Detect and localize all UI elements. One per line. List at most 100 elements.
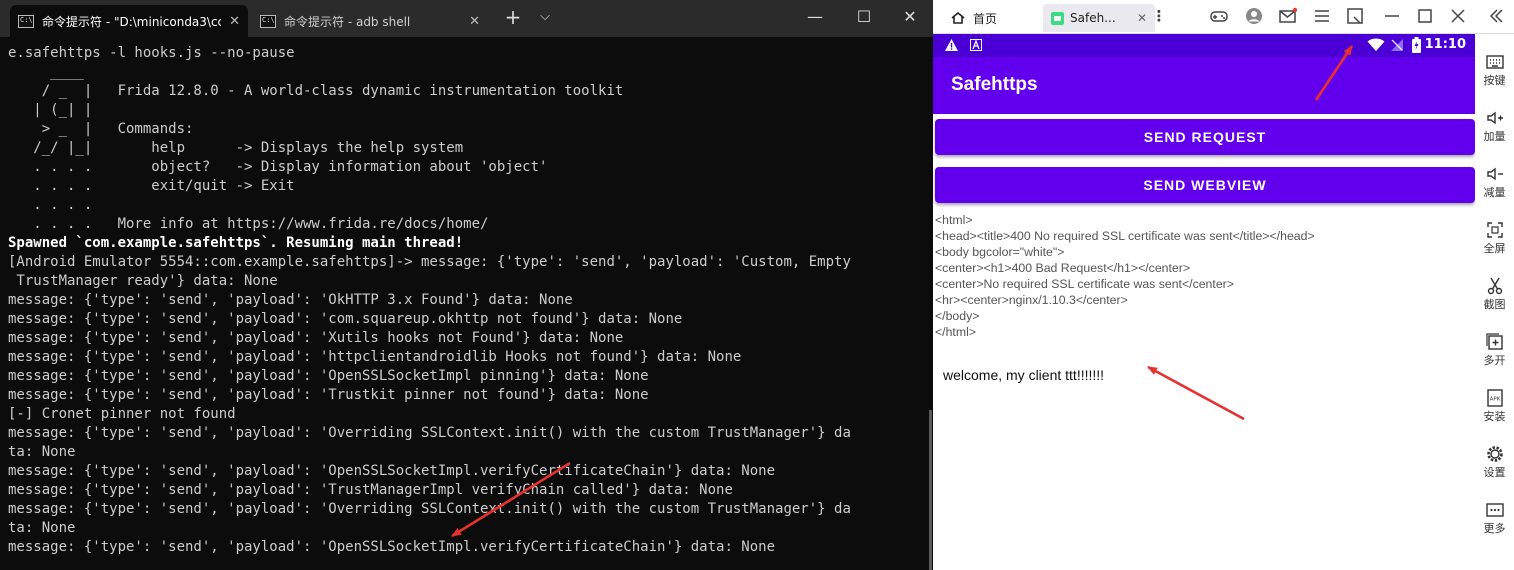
tab-title: 命令提示符 - "D:\miniconda3\cc	[42, 14, 222, 29]
emulator-tab-home[interactable]: 首页	[951, 4, 997, 32]
webview-response: <html> <head><title>400 No required SSL c…	[935, 212, 1475, 340]
new-tab-button[interactable]: +	[498, 6, 528, 28]
side-toolbar-label: 多开	[1483, 354, 1506, 367]
app-bar: Safehttps	[933, 57, 1475, 114]
minimize-icon[interactable]	[1382, 6, 1402, 26]
terminal-scrollbar[interactable]	[929, 410, 932, 570]
terminal-line: ____	[8, 64, 84, 80]
webview-line: <body bgcolor="white">	[935, 245, 1065, 259]
terminal-line: message: {'type': 'send', 'payload': 'Ov…	[8, 501, 851, 517]
terminal-line: [Android Emulator 5554::com.example.safe…	[8, 254, 851, 270]
fullscreen-button[interactable]: 全屏	[1475, 220, 1514, 256]
menu-icon[interactable]	[1312, 6, 1332, 26]
terminal-line: message: {'type': 'send', 'payload': 'ht…	[8, 349, 742, 365]
scissors-icon	[1475, 276, 1514, 298]
mail-icon[interactable]	[1278, 6, 1298, 26]
side-toolbar-label: 安装	[1483, 410, 1506, 423]
tab-title: 命令提示符 - adb shell	[284, 14, 411, 29]
keys-button[interactable]: 按键	[1475, 52, 1514, 88]
wifi-icon	[1367, 38, 1385, 51]
keyboard-icon	[1475, 52, 1514, 74]
webview-line: <head><title>400 No required SSL certifi…	[935, 229, 1315, 243]
app-icon	[1051, 11, 1064, 25]
terminal-line: Spawned `com.example.safehttps`. Resumin…	[8, 235, 464, 251]
screen: 命令提示符 - "D:\miniconda3\cc ✕ 命令提示符 - adb …	[0, 0, 1514, 570]
webview-line: </html>	[935, 325, 977, 339]
send-webview-button[interactable]: SEND WEBVIEW	[935, 167, 1475, 203]
side-toolbar-label: 截图	[1483, 298, 1506, 311]
terminal-line: [-] Cronet pinner not found	[8, 406, 236, 422]
terminal-line: message: {'type': 'send', 'payload': 'Ok…	[8, 292, 573, 308]
battery-icon	[1412, 37, 1421, 53]
install-apk-button[interactable]: APK 安装	[1475, 388, 1514, 424]
notification-a-icon	[970, 39, 982, 51]
terminal-line: message: {'type': 'send', 'payload': 'Tr…	[8, 482, 733, 498]
close-icon[interactable]	[1448, 6, 1468, 26]
terminal-line: ta: None	[8, 520, 76, 536]
collapse-sidebar-icon[interactable]	[1486, 6, 1506, 26]
settings-button[interactable]: 设置	[1475, 444, 1514, 480]
emulator-window: 首页 Safeh... ✕ ⋮ 11:10 Safehttps SEND REQ…	[933, 0, 1514, 570]
emulator-side-toolbar: 按键 加量 减量 全屏 截图 多开 APK 安装 设置 更多	[1475, 34, 1514, 570]
apk-icon: APK	[1475, 388, 1514, 410]
terminal-line: . . . . object? -> Display information a…	[8, 159, 548, 175]
side-toolbar-label: 设置	[1483, 466, 1506, 479]
maximize-button[interactable]: ☐	[849, 6, 879, 28]
terminal-line: message: {'type': 'send', 'payload': 'Op…	[8, 539, 776, 555]
more-icon	[1475, 500, 1514, 522]
expand-icon[interactable]	[1345, 6, 1365, 26]
terminal-line: . . . . exit/quit -> Exit	[8, 178, 295, 194]
android-status-bar: 11:10	[933, 34, 1475, 57]
terminal-line: message: {'type': 'send', 'payload': 'Tr…	[8, 387, 649, 403]
tab-label: 首页	[973, 11, 998, 26]
emulator-tab-app[interactable]: Safeh... ✕	[1043, 4, 1155, 32]
status-time: 11:10	[1424, 37, 1466, 52]
maximize-icon[interactable]	[1415, 6, 1435, 26]
terminal-line: . . . . More info at https://www.frida.r…	[8, 216, 489, 232]
tab-label: Safeh...	[1070, 11, 1116, 25]
terminal-line: TrustManager ready'} data: None	[8, 273, 278, 289]
more-menu-icon[interactable]: ⋮	[1149, 6, 1169, 26]
warning-icon	[945, 39, 958, 51]
side-toolbar-label: 按键	[1483, 74, 1506, 87]
terminal-line: ta: None	[8, 444, 76, 460]
close-icon[interactable]: ✕	[1137, 11, 1147, 25]
home-icon	[951, 12, 965, 24]
gamepad-icon[interactable]	[1209, 6, 1229, 26]
terminal-line: . . . .	[8, 197, 93, 213]
webview-line: <center>No required SSL certificate was …	[935, 277, 1234, 291]
welcome-message: welcome, my client ttt!!!!!!!	[943, 367, 1105, 383]
side-toolbar-label: 加量	[1483, 130, 1506, 143]
terminal-line: /_/ |_| help -> Displays the help system	[8, 140, 464, 156]
more-button[interactable]: 更多	[1475, 500, 1514, 536]
multi-instance-button[interactable]: 多开	[1475, 332, 1514, 368]
fullscreen-icon	[1475, 220, 1514, 242]
tab-dropdown-button[interactable]: ⌵	[530, 6, 560, 28]
terminal-line: message: {'type': 'send', 'payload': 'Op…	[8, 463, 776, 479]
screenshot-button[interactable]: 截图	[1475, 276, 1514, 312]
volume-up-button[interactable]: 加量	[1475, 108, 1514, 144]
close-icon[interactable]: ✕	[469, 14, 480, 29]
terminal-line: > _ | Commands:	[8, 121, 194, 137]
cmd-icon	[260, 14, 276, 28]
terminal-tab-conda[interactable]: 命令提示符 - "D:\miniconda3\cc ✕	[10, 5, 248, 37]
webview-line: <html>	[935, 213, 973, 227]
account-icon[interactable]	[1244, 6, 1264, 26]
volume-down-button[interactable]: 减量	[1475, 164, 1514, 200]
side-toolbar-label: 减量	[1483, 186, 1506, 199]
terminal-line: message: {'type': 'send', 'payload': 'co…	[8, 311, 683, 327]
terminal-line: message: {'type': 'send', 'payload': 'Ov…	[8, 425, 851, 441]
terminal-output[interactable]: e.safehttps -l hooks.js --no-pause ____ …	[0, 37, 933, 570]
send-request-button[interactable]: SEND REQUEST	[935, 119, 1475, 155]
terminal-window: 命令提示符 - "D:\miniconda3\cc ✕ 命令提示符 - adb …	[0, 0, 933, 570]
terminal-tab-adb[interactable]: 命令提示符 - adb shell ✕	[252, 5, 488, 37]
volume-down-icon	[1475, 164, 1514, 186]
emulator-toolbar: 首页 Safeh... ✕ ⋮	[933, 0, 1514, 34]
close-icon[interactable]: ✕	[229, 14, 240, 29]
minimize-button[interactable]: —	[800, 6, 830, 28]
side-toolbar-label: 更多	[1483, 522, 1506, 535]
close-window-button[interactable]: ✕	[895, 6, 925, 28]
gear-icon	[1475, 444, 1514, 466]
terminal-tab-bar: 命令提示符 - "D:\miniconda3\cc ✕ 命令提示符 - adb …	[0, 0, 933, 37]
app-title: Safehttps	[951, 74, 1038, 95]
